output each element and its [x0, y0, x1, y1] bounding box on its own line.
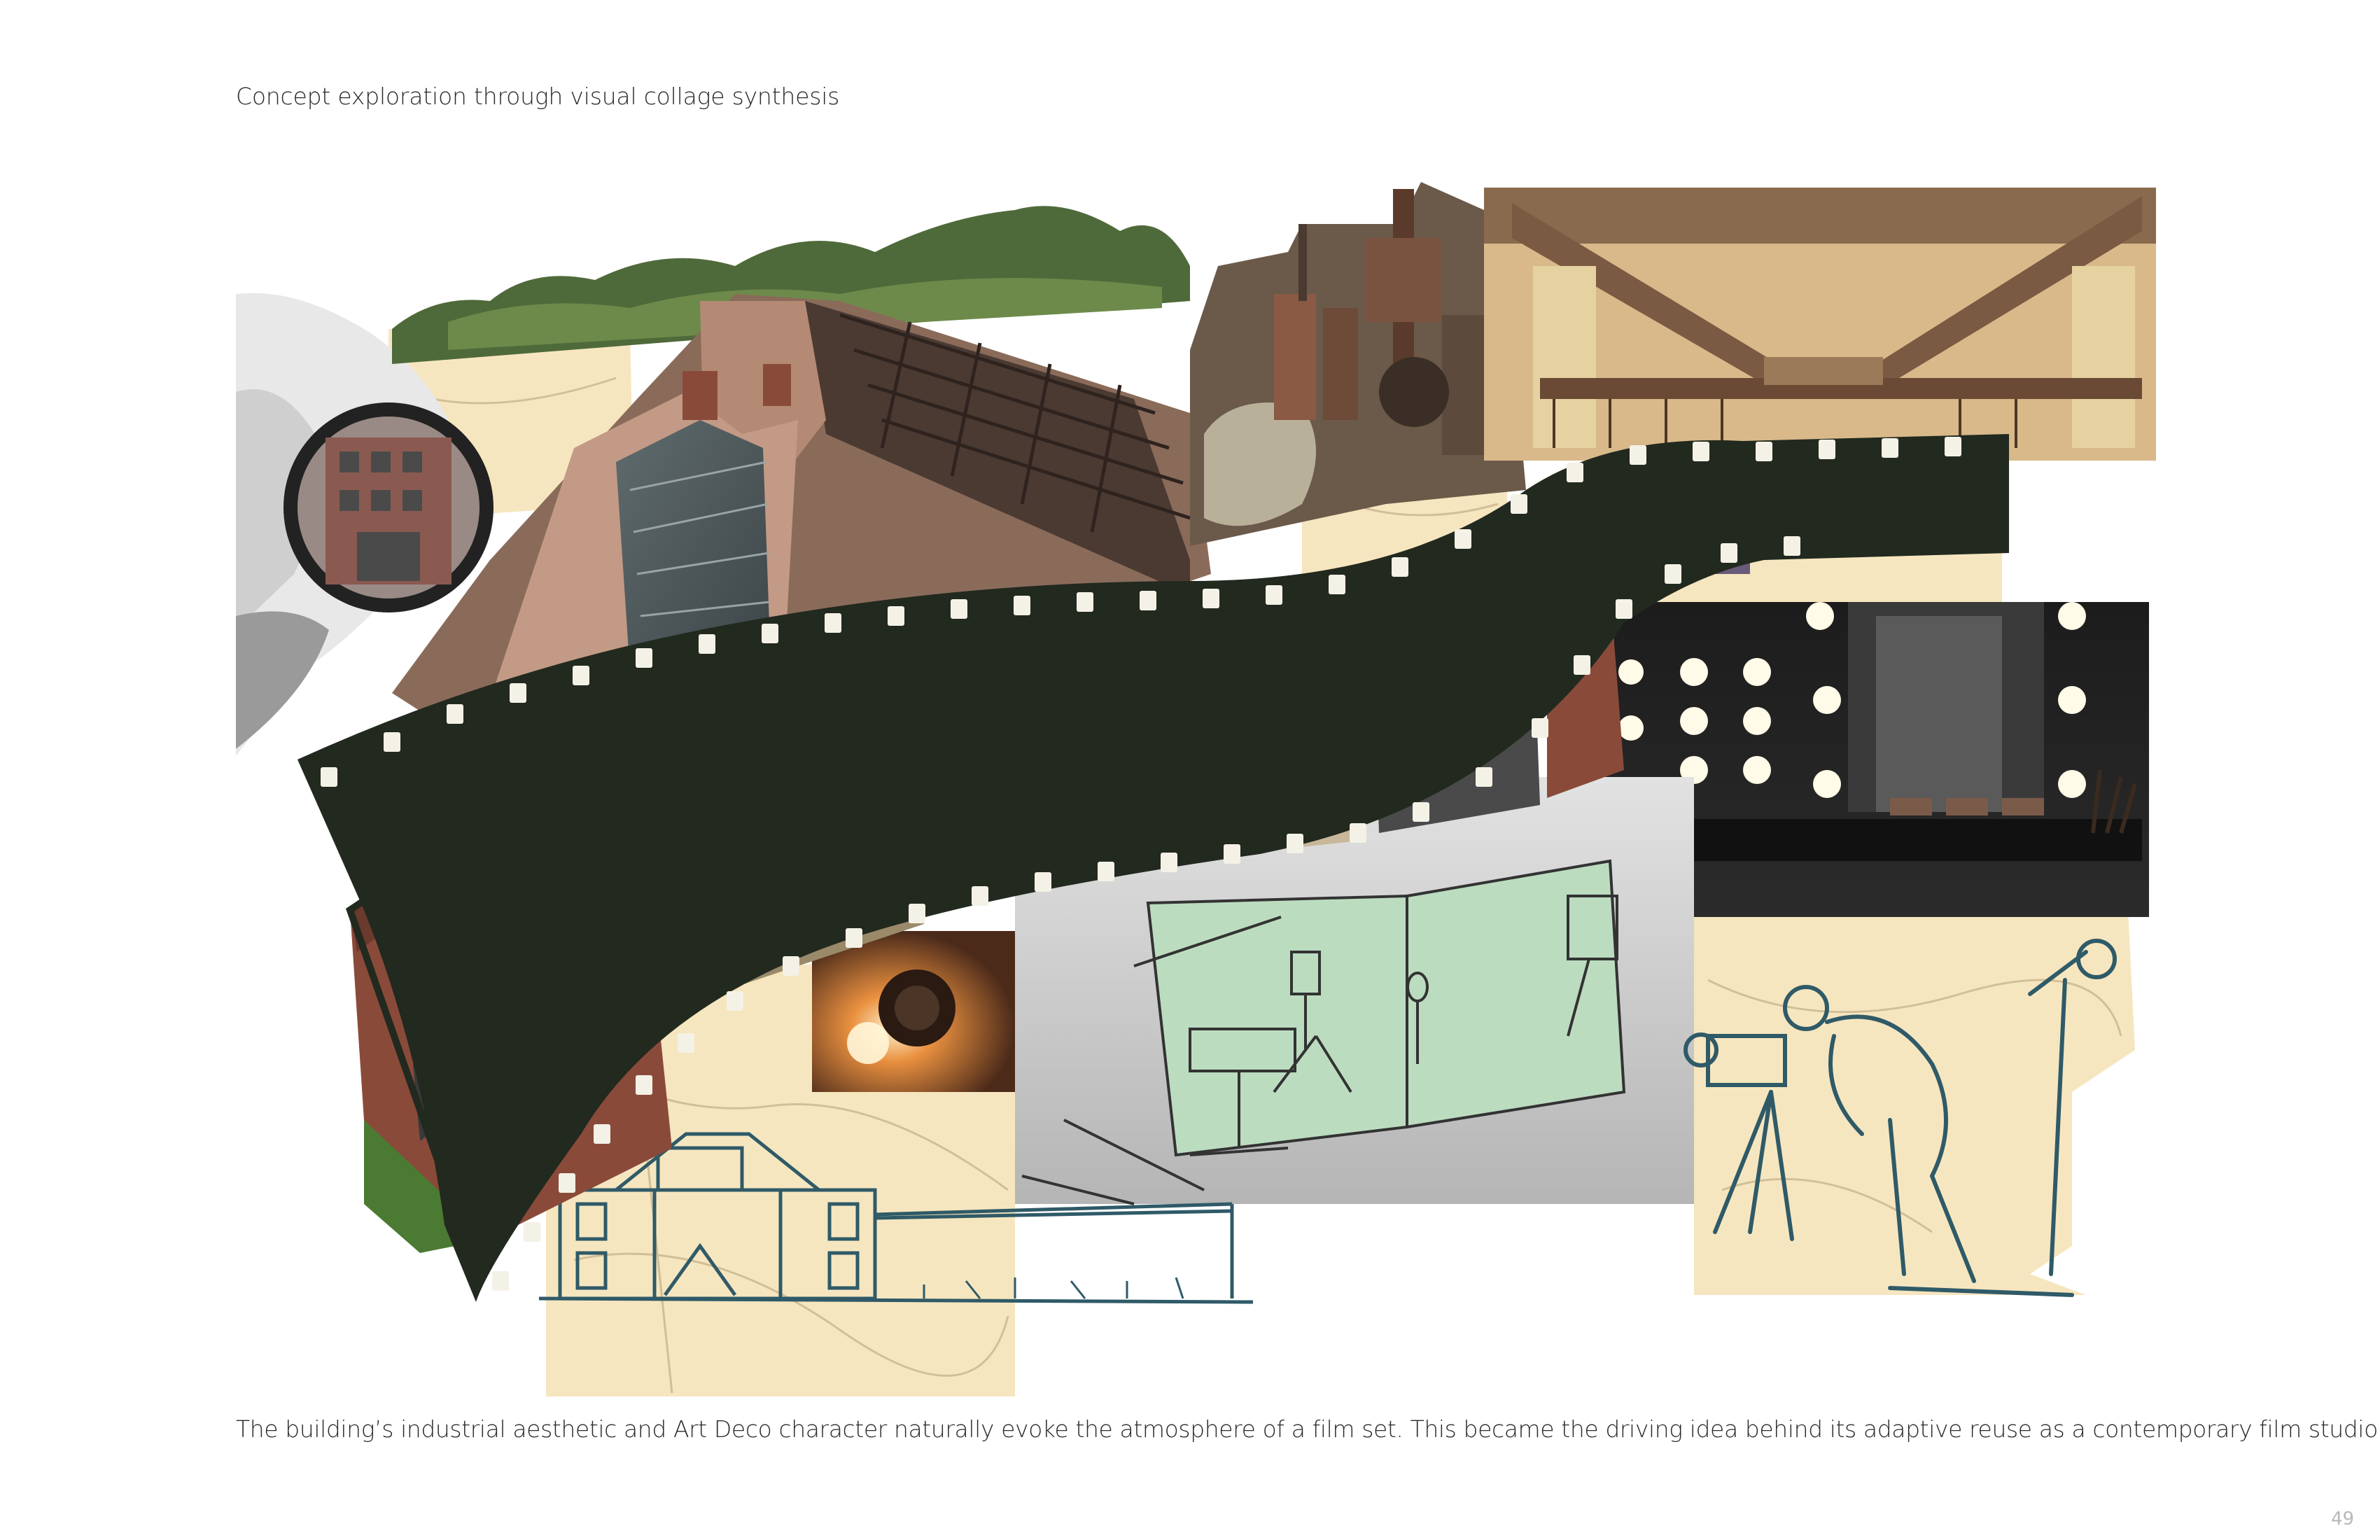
sprocket-hole	[678, 1033, 694, 1053]
caption: The building’s industrial aesthetic and …	[236, 1415, 2380, 1443]
sprocket-hole	[699, 634, 715, 654]
sprocket-hole	[1203, 589, 1219, 608]
sprocket-hole	[762, 624, 778, 643]
sprocket-hole	[1574, 655, 1590, 675]
sprocket-hole	[1756, 442, 1772, 461]
sprocket-hole	[1098, 862, 1114, 881]
sprocket-hole	[1392, 557, 1408, 577]
sprocket-hole	[1721, 543, 1737, 563]
sprocket-hole	[1693, 442, 1709, 461]
camera-lens-photo	[812, 931, 1015, 1092]
sprocket-hole	[825, 613, 841, 633]
sprocket-hole	[1014, 596, 1030, 615]
collage-illustration	[236, 182, 2156, 1396]
sprocket-hole	[1140, 591, 1156, 610]
sprocket-hole	[1532, 718, 1548, 738]
sprocket-hole	[1077, 592, 1093, 612]
sprocket-hole	[636, 1075, 652, 1095]
sprocket-hole	[1266, 585, 1282, 605]
sprocket-hole	[1476, 767, 1492, 787]
sprocket-hole	[1329, 575, 1345, 594]
sprocket-hole	[1630, 445, 1646, 465]
page-number: 49	[2331, 1508, 2355, 1530]
sprocket-hole	[846, 928, 862, 948]
sprocket-hole	[1350, 823, 1366, 843]
machinery-photo	[1190, 182, 1526, 546]
sprocket-hole	[951, 599, 967, 619]
sprocket-hole	[1945, 437, 1961, 456]
sprocket-hole	[1784, 536, 1800, 556]
stair-atrium-photo	[1484, 188, 2156, 461]
sprocket-hole	[1882, 438, 1898, 458]
sprocket-hole	[1224, 844, 1240, 864]
sprocket-hole	[1567, 463, 1583, 482]
sprocket-hole	[1455, 529, 1471, 549]
sprocket-hole	[510, 683, 526, 703]
sprocket-hole	[1665, 564, 1681, 584]
sprocket-hole	[636, 648, 652, 668]
sprocket-hole	[384, 732, 400, 752]
sprocket-hole	[783, 956, 799, 976]
sprocket-hole	[573, 666, 589, 685]
sprocket-hole	[447, 704, 463, 724]
sprocket-hole	[559, 1173, 575, 1193]
sprocket-hole	[972, 886, 988, 906]
sprocket-hole	[1035, 872, 1051, 892]
sprocket-hole	[1511, 494, 1527, 514]
sprocket-hole	[909, 904, 925, 923]
sprocket-hole	[321, 767, 337, 787]
sprocket-hole	[1161, 853, 1177, 872]
sprocket-hole	[727, 991, 743, 1011]
sprocket-hole	[1287, 834, 1303, 853]
sprocket-hole	[524, 1222, 540, 1242]
sprocket-hole	[1616, 599, 1632, 619]
sprocket-hole	[888, 606, 904, 626]
sprocket-hole	[492, 1271, 509, 1291]
sprocket-hole	[1819, 440, 1835, 459]
sprocket-hole	[1413, 802, 1429, 822]
sprocket-hole	[594, 1124, 610, 1144]
